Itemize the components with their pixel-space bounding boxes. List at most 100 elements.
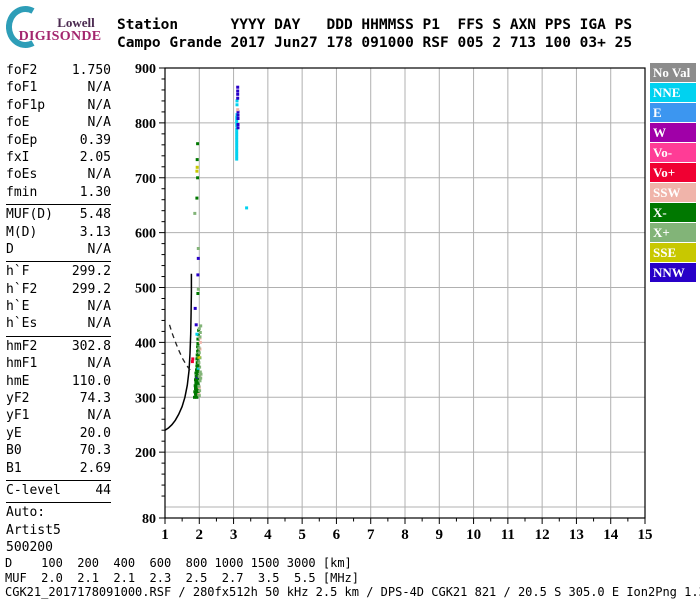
parameter-value: 3.13 <box>79 224 111 240</box>
y-tick-label: 900 <box>135 62 156 77</box>
parameter-value: 2.69 <box>79 460 111 476</box>
header-column-values: Campo Grande 2017 Jun27 178 091000 RSF 0… <box>117 35 633 51</box>
legend-item-no-val: No Val <box>650 63 696 82</box>
legend-item-x-: X+ <box>650 223 696 242</box>
parameter-value: N/A <box>87 299 111 315</box>
parameter-value: N/A <box>87 241 111 257</box>
logo-text-digisonde: DIGISONDE <box>18 29 102 44</box>
parameter-label: fxI <box>6 149 30 165</box>
legend-item-e: E <box>650 103 696 122</box>
parameter-row: h`F 299.2 <box>6 263 111 280</box>
parameter-row: foEs N/A <box>6 166 111 183</box>
parameter-row: D N/A <box>6 241 111 258</box>
parameter-row: foEp 0.39 <box>6 132 111 149</box>
parameter-row: hmF1 N/A <box>6 355 111 372</box>
parameter-label: D <box>6 241 14 257</box>
legend-item-ssw: SSW <box>650 183 696 202</box>
parameter-value: 44 <box>95 482 111 498</box>
parameter-value: 74.3 <box>79 391 111 407</box>
parameter-value: N/A <box>87 80 111 96</box>
auto-scaler-line: Auto: <box>6 505 46 521</box>
parameter-row: yE 20.0 <box>6 425 111 442</box>
x-tick-label: 7 <box>367 527 375 543</box>
muf-row: MUF 2.0 2.1 2.1 2.3 2.5 2.7 3.5 5.5 [MHz… <box>5 570 360 585</box>
parameter-group: hmF2 302.8 hmF1 N/A hmE 110.0 yF2 74.3 yF1 N/A yE 2… <box>6 337 111 481</box>
parameter-row: fxI 2.05 <box>6 149 111 166</box>
station-header: Station YYYY DAY DDD HHMMSS P1 FFS S AXN… <box>117 16 632 52</box>
x-tick-label: 13 <box>569 527 584 543</box>
parameter-row: h`E N/A <box>6 298 111 315</box>
parameter-label: h`F <box>6 264 30 280</box>
parameter-value: N/A <box>87 316 111 332</box>
parameter-value: 0.39 <box>79 132 111 148</box>
parameter-row: MUF(D) 5.48 <box>6 206 111 223</box>
parameter-label: yF2 <box>6 391 30 407</box>
auto-scaler-line: 500200 <box>6 540 53 556</box>
parameter-value: 5.48 <box>79 207 111 223</box>
legend-item-nnw: NNW <box>650 263 696 282</box>
parameter-row: fmin 1.30 <box>6 184 111 201</box>
auto-scaler-block: Auto: Artist5 500200 <box>6 503 111 559</box>
parameter-value: N/A <box>87 115 111 131</box>
legend-item-vo-: Vo+ <box>650 163 696 182</box>
doppler-direction-legend: No Val NNE E W Vo- Vo+ SSW X- X+ SSE NNW <box>650 63 697 283</box>
x-tick-label: 1 <box>161 527 169 543</box>
x-axis: 1 2 3 4 5 6 7 8 9 10 11 12 13 14 15 <box>161 518 653 543</box>
x-tick-label: 3 <box>230 527 238 543</box>
y-tick-label: 600 <box>135 227 156 242</box>
x-tick-label: 15 <box>638 527 653 543</box>
parameter-label: fmin <box>6 184 38 200</box>
parameter-label: h`Es <box>6 316 38 332</box>
parameter-group: C-level 44 <box>6 481 111 504</box>
parameter-label: h`F2 <box>6 281 38 297</box>
x-tick-label: 2 <box>196 527 204 543</box>
parameter-row: yF1 N/A <box>6 407 111 424</box>
x-tick-label: 10 <box>466 527 481 543</box>
x-tick-label: 11 <box>501 527 515 543</box>
parameter-value: N/A <box>87 97 111 113</box>
parameter-label: yF1 <box>6 408 30 424</box>
legend-item-w: W <box>650 123 696 142</box>
legend-item-sse: SSE <box>650 243 696 262</box>
parameter-value: 299.2 <box>71 264 111 280</box>
legend-item-x-: X- <box>650 203 696 222</box>
parameter-group: foF2 1.750 foF1 N/A foF1p N/A foE N/A foEp 0.39 fx… <box>6 61 111 206</box>
parameter-label: foEp <box>6 132 38 148</box>
x-tick-label: 6 <box>333 527 341 543</box>
parameter-row: B1 2.69 <box>6 460 111 477</box>
parameter-row: foE N/A <box>6 114 111 131</box>
parameter-label: B0 <box>6 443 22 459</box>
parameter-label: hmF1 <box>6 356 38 372</box>
parameter-value: 110.0 <box>71 373 111 389</box>
x-tick-label: 9 <box>436 527 444 543</box>
parameter-label: hmE <box>6 373 30 389</box>
parameter-label: foF2 <box>6 63 38 78</box>
parameter-value: 302.8 <box>71 338 111 354</box>
parameter-row: foF1p N/A <box>6 97 111 114</box>
parameter-row: hmF2 302.8 <box>6 338 111 355</box>
parameter-value: N/A <box>87 356 111 372</box>
parameter-label: C-level <box>6 482 61 498</box>
x-tick-label: 12 <box>535 527 550 543</box>
parameter-row: yF2 74.3 <box>6 390 111 407</box>
parameter-value: 20.0 <box>79 425 111 441</box>
y-tick-label: 500 <box>135 282 156 297</box>
parameter-row: hmE 110.0 <box>6 373 111 390</box>
extrapolated-profile-dashed-curve <box>168 324 192 372</box>
footer-block: D 100 200 400 600 800 1000 1500 3000 [km… <box>5 556 700 600</box>
y-tick-label: 200 <box>135 446 156 461</box>
header-column-titles: Station YYYY DAY DDD HHMMSS P1 FFS S AXN… <box>117 17 633 33</box>
y-tick-label: 400 <box>135 336 156 351</box>
x-tick-label: 14 <box>603 527 619 543</box>
parameter-row: foF2 1.750 <box>6 62 111 79</box>
parameter-value: 1.30 <box>79 184 111 200</box>
legend-item-vo-: Vo- <box>650 143 696 162</box>
auto-scaler-line: Artist5 <box>6 522 61 538</box>
x-tick-label: 8 <box>401 527 409 543</box>
y-axis: 900 800 700 600 500 400 300 200 80 <box>135 62 165 527</box>
y-tick-label: 300 <box>135 391 156 406</box>
parameter-label: M(D) <box>6 224 38 240</box>
parameter-label: foE <box>6 115 30 131</box>
parameter-row: h`Es N/A <box>6 315 111 332</box>
x-tick-label: 5 <box>298 527 306 543</box>
